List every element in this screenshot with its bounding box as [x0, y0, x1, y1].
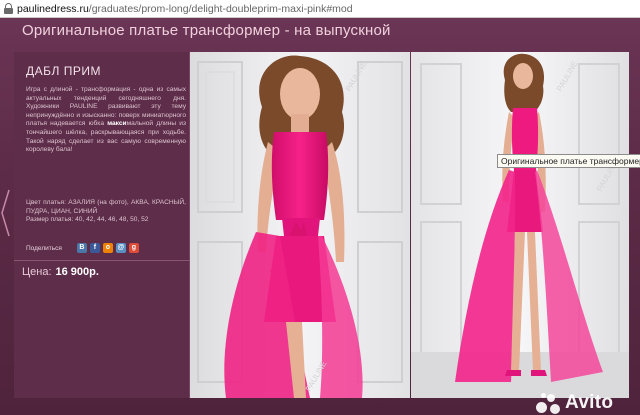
avito-watermark: Avito: [536, 392, 613, 414]
price-label: Цена:: [22, 266, 52, 278]
product-photo-main[interactable]: PAULINE PAULINE: [190, 52, 410, 398]
share-label: Поделиться: [26, 244, 62, 252]
product-info-panel: ДАБЛ ПРИМ Игра с длиной - трансформация …: [14, 52, 190, 398]
product-page: Оригинальное платье трансформер - на вып…: [0, 18, 640, 415]
facebook-icon[interactable]: f: [89, 243, 100, 253]
lock-icon: [3, 3, 14, 14]
divider: [14, 260, 190, 261]
address-bar[interactable]: paulinedress.ru/graduates/prom-long/deli…: [0, 0, 640, 18]
page-title: Оригинальное платье трансформер - на вып…: [22, 22, 391, 39]
price: Цена: 16 900р.: [22, 266, 99, 278]
vk-icon[interactable]: B: [76, 243, 87, 253]
product-name: ДАБЛ ПРИМ: [26, 64, 101, 78]
product-colors: Цвет платья: АЗАЛИЯ (на фото), АКВА, КРА…: [26, 199, 186, 215]
google-icon[interactable]: g: [128, 243, 139, 253]
tooltip: Оригинальное платье трансформер - на вып…: [497, 154, 640, 168]
product-sizes: Размер платья: 40, 42, 44, 46, 48, 50, 5…: [26, 216, 149, 223]
price-value: 16 900р.: [55, 266, 99, 278]
url-text[interactable]: paulinedress.ru/graduates/prom-long/deli…: [17, 3, 353, 15]
share-row: Поделиться B f о @ g: [26, 243, 139, 253]
product-photo-full[interactable]: PAULINE PAULINE: [411, 52, 629, 398]
avito-text: Avito: [565, 392, 614, 413]
mail-icon[interactable]: @: [115, 243, 126, 253]
product-description: Игра с длиной - трансформация - одна из …: [26, 86, 186, 154]
avito-logo-icon: [536, 392, 562, 414]
prev-arrow-icon[interactable]: [0, 188, 10, 238]
odnoklassniki-icon[interactable]: о: [102, 243, 113, 253]
